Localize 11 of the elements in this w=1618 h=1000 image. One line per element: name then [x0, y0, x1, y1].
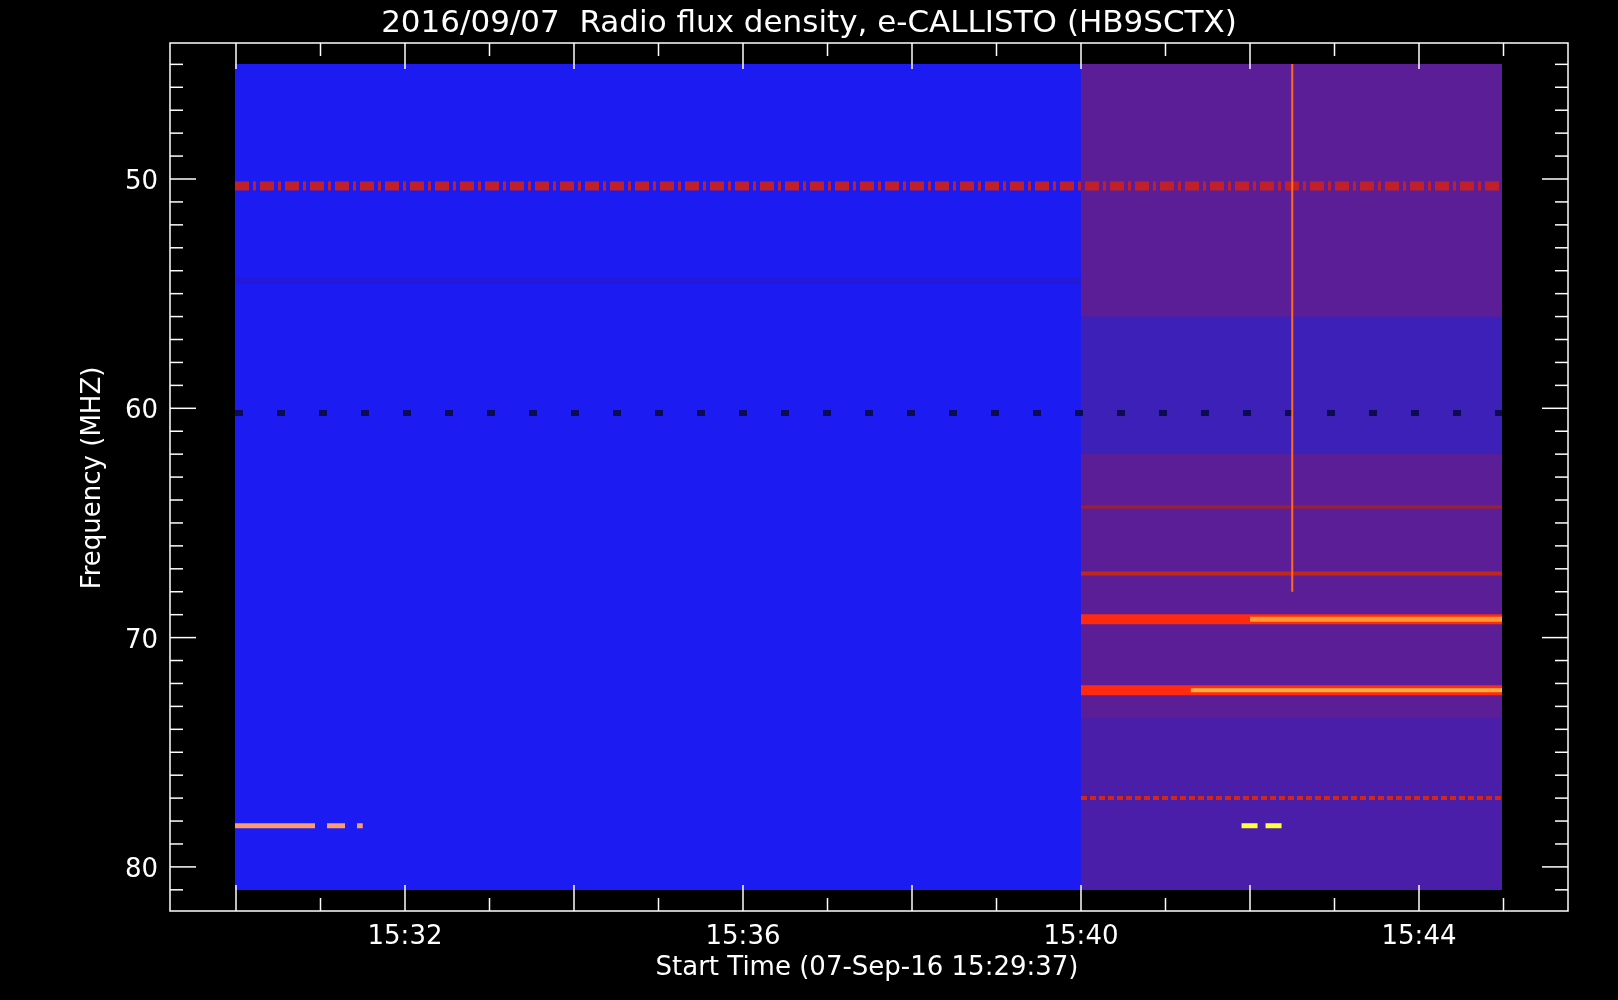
y-tick-label: 60: [124, 394, 158, 425]
x-tick-label: 15:36: [705, 920, 781, 950]
x-axis-label: Start Time (07-Sep-16 15:29:37): [655, 951, 1079, 981]
chart-title: 2016/09/07 Radio flux density, e-CALLISTO (HB9SCTX): [381, 3, 1237, 39]
y-axis-label: Frequency (MHZ): [76, 366, 106, 590]
y-tick-label: 50: [124, 165, 158, 195]
x-tick-label: 15:44: [1381, 920, 1457, 950]
x-tick-label: 15:32: [367, 920, 443, 950]
y-tick-label: 80: [124, 852, 158, 883]
x-tick-label: 15:40: [1043, 920, 1119, 950]
y-tick-label: 70: [124, 623, 158, 654]
